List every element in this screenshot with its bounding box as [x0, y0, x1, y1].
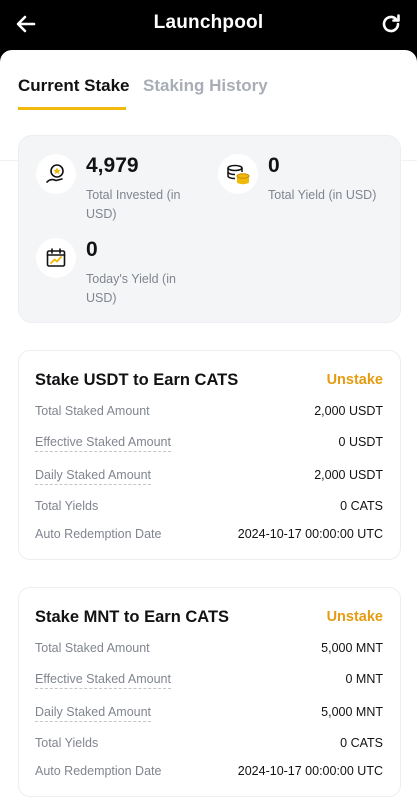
content-sheet: Current Stake Staking History 4,979 Tota… — [0, 50, 417, 810]
hand-coin-icon — [36, 154, 76, 194]
row-value: 0 USDT — [338, 435, 383, 449]
row-label: Auto Redemption Date — [35, 764, 162, 778]
unstake-button[interactable]: Unstake — [327, 609, 383, 625]
row-daily-staked: Daily Staked Amount 5,000 MNT — [35, 705, 383, 725]
stake-card-usdt: Stake USDT to Earn CATS Unstake Total St… — [18, 350, 401, 560]
row-value: 0 CATS — [340, 499, 383, 513]
row-auto-redemption: Auto Redemption Date 2024-10-17 00:00:00… — [35, 527, 383, 547]
row-auto-redemption: Auto Redemption Date 2024-10-17 00:00:00… — [35, 764, 383, 784]
summary-panel: 4,979 Total Invested (in USD) 0 Total Yi… — [18, 135, 401, 323]
row-value: 0 CATS — [340, 736, 383, 750]
unstake-button[interactable]: Unstake — [327, 372, 383, 388]
tab-staking-history[interactable]: Staking History — [143, 76, 268, 96]
total-yield-label: Total Yield (in USD) — [268, 188, 377, 202]
coin-stack-icon — [218, 154, 258, 194]
tab-current-stake[interactable]: Current Stake — [18, 76, 129, 96]
row-label: Total Yields — [35, 499, 99, 513]
stake-card-mnt: Stake MNT to Earn CATS Unstake Total Sta… — [18, 587, 401, 797]
row-total-yields: Total Yields 0 CATS — [35, 736, 383, 756]
row-label: Auto Redemption Date — [35, 527, 162, 541]
refresh-icon[interactable] — [379, 12, 403, 36]
row-value: 2024-10-17 00:00:00 UTC — [237, 764, 383, 778]
total-invested-value: 4,979 — [86, 154, 139, 177]
row-label[interactable]: Daily Staked Amount — [35, 705, 152, 722]
row-label: Total Staked Amount — [35, 404, 150, 418]
row-value: 2024-10-17 00:00:00 UTC — [237, 527, 383, 541]
row-label[interactable]: Effective Staked Amount — [35, 435, 171, 452]
row-label: Total Yields — [35, 736, 99, 750]
row-effective-staked: Effective Staked Amount 0 USDT — [35, 435, 383, 455]
row-value: 2,000 USDT — [314, 404, 383, 418]
active-tab-indicator — [18, 107, 126, 110]
top-bar: Launchpool — [0, 0, 417, 50]
row-label[interactable]: Effective Staked Amount — [35, 672, 171, 689]
row-label[interactable]: Daily Staked Amount — [35, 468, 152, 485]
total-yield-value: 0 — [268, 154, 280, 177]
card-title: Stake USDT to Earn CATS — [35, 371, 239, 389]
row-total-staked: Total Staked Amount 2,000 USDT — [35, 404, 383, 424]
row-daily-staked: Daily Staked Amount 2,000 USDT — [35, 468, 383, 488]
todays-yield-label: Today's Yield (in USD) — [86, 272, 176, 305]
row-value: 0 MNT — [345, 672, 384, 686]
total-invested-label: Total Invested (in USD) — [86, 188, 181, 221]
row-total-staked: Total Staked Amount 5,000 MNT — [35, 641, 383, 661]
todays-yield-value: 0 — [86, 238, 98, 261]
row-value: 5,000 MNT — [321, 641, 383, 655]
row-value: 5,000 MNT — [321, 705, 383, 719]
row-value: 2,000 USDT — [314, 468, 383, 482]
row-label: Total Staked Amount — [35, 641, 150, 655]
row-effective-staked: Effective Staked Amount 0 MNT — [35, 672, 383, 692]
card-title: Stake MNT to Earn CATS — [35, 608, 230, 626]
calendar-chart-icon — [36, 238, 76, 278]
row-total-yields: Total Yields 0 CATS — [35, 499, 383, 519]
page-title: Launchpool — [153, 12, 264, 33]
